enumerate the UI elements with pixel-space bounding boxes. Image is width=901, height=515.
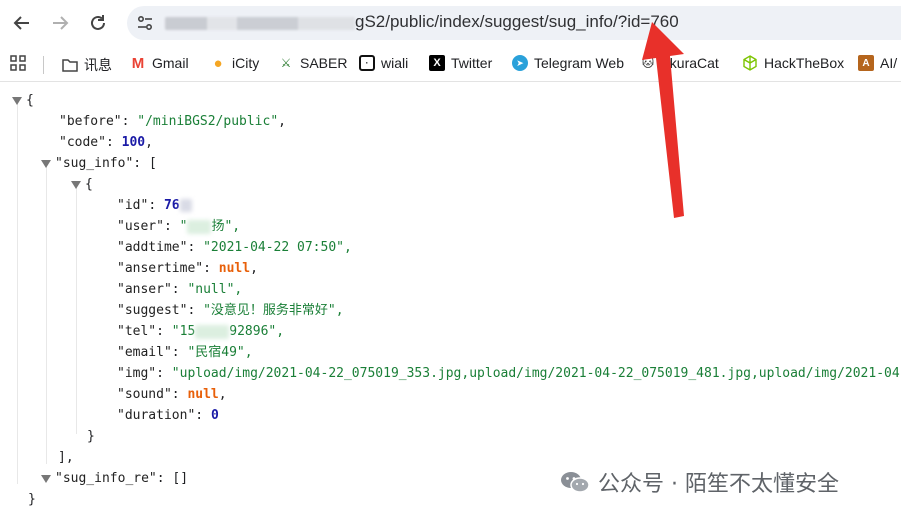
annotation-arrow-icon xyxy=(642,22,684,218)
x-icon: X xyxy=(429,55,445,71)
json-line-array-close: ], xyxy=(58,450,74,465)
bookmark-label: Twitter xyxy=(451,55,493,71)
browser-toolbar: gS2/public/index/suggest/sug_info/?id=76… xyxy=(0,0,901,47)
arrow-right-icon xyxy=(53,16,69,30)
indent-guide xyxy=(76,184,77,434)
json-root-close: } xyxy=(28,492,36,507)
bookmark-label: AI/ xyxy=(880,55,898,71)
bookmark-twitter[interactable]: X Twitter xyxy=(429,55,492,71)
bookmark-saber[interactable]: ⚔ SABER xyxy=(278,55,348,71)
bookmark-wiali[interactable]: · wiali xyxy=(359,55,408,71)
json-field-anser: "anser": "null", xyxy=(117,282,243,297)
telegram-icon: ➤ xyxy=(512,55,528,71)
arrow-left-icon xyxy=(13,16,29,30)
redaction-blur xyxy=(195,324,230,339)
indent-guide xyxy=(17,100,18,484)
wiali-icon: · xyxy=(359,55,375,71)
reload-icon xyxy=(91,15,105,30)
bookmark-label: iCity xyxy=(232,55,260,71)
json-field-tel: "tel": "15 92896", xyxy=(117,324,285,339)
json-root-line: { xyxy=(12,90,34,111)
redaction-blur xyxy=(179,199,192,212)
bookmark-telegram[interactable]: ➤ Telegram Web xyxy=(512,55,624,71)
tune-icon[interactable] xyxy=(137,15,153,31)
wechat-icon xyxy=(561,472,590,493)
json-field-img: "img": "upload/img/2021-04-22_075019_353… xyxy=(117,366,901,381)
url-text[interactable]: gS2/public/index/suggest/sug_info/?id=76… xyxy=(355,12,679,32)
bookmark-label: 讯息 xyxy=(84,57,112,73)
back-button[interactable] xyxy=(8,9,36,37)
indent-guide xyxy=(46,164,47,464)
collapse-toggle-icon[interactable] xyxy=(41,474,51,483)
json-field-addtime: "addtime": "2021-04-22 07:50", xyxy=(117,240,352,255)
json-line-sug-info-re: "sug_info_re": [] xyxy=(41,468,188,489)
collapse-toggle-icon[interactable] xyxy=(71,180,81,189)
bookmark-icity[interactable]: ● iCity xyxy=(210,54,260,72)
json-field-email: "email": "民宿49", xyxy=(117,345,253,360)
bookmark-label: Telegram Web xyxy=(534,55,625,71)
redaction-blur xyxy=(187,219,212,234)
bookmark-label: HackTheBox xyxy=(764,55,845,71)
bookmark-separator xyxy=(43,56,44,74)
bookmark-gmail[interactable]: M Gmail xyxy=(130,54,189,72)
json-line-sug-info: "sug_info": [ xyxy=(41,153,157,174)
bookmark-label: Gmail xyxy=(152,55,189,71)
address-bar[interactable]: gS2/public/index/suggest/sug_info/?id=76… xyxy=(127,6,901,40)
cube-icon xyxy=(743,55,757,71)
bookmark-hackthebox[interactable]: HackTheBox xyxy=(742,55,844,71)
json-field-user: "user": " 扬", xyxy=(117,219,241,234)
json-field-suggest: "suggest": "没意见！服务非常好", xyxy=(117,303,344,318)
gmail-icon: M xyxy=(131,54,145,72)
icity-icon: ● xyxy=(213,54,223,72)
bookmark-label: wiali xyxy=(381,55,409,71)
bookmark-label: SABER xyxy=(300,55,348,71)
apps-grid-icon xyxy=(10,55,26,71)
bookmark-ai[interactable]: A AI/ xyxy=(858,55,897,71)
collapse-toggle-icon[interactable] xyxy=(41,159,51,168)
saber-icon: ⚔ xyxy=(280,56,292,70)
json-line-code: "code": 100, xyxy=(59,135,153,150)
collapse-toggle-icon[interactable] xyxy=(12,96,22,105)
watermark-text: 公众号 · 陌笙不太懂安全 xyxy=(598,472,839,497)
reload-button[interactable] xyxy=(84,9,112,37)
ai-icon: A xyxy=(858,55,874,71)
json-field-sound: "sound": null, xyxy=(117,387,227,402)
watermark: 公众号 · 陌笙不太懂安全 xyxy=(560,466,839,498)
json-field-duration: "duration": 0 xyxy=(117,408,219,423)
apps-button[interactable] xyxy=(10,55,26,71)
json-line-item-close: } xyxy=(87,429,95,444)
bookmark-folder-xunxi[interactable]: 讯息 xyxy=(62,55,112,75)
json-line-before: "before": "/miniBGS2/public", xyxy=(59,114,286,129)
forward-button[interactable] xyxy=(46,9,74,37)
json-line-item-open: { xyxy=(71,174,93,195)
url-redacted xyxy=(165,17,355,30)
folder-icon xyxy=(62,59,78,72)
json-field-ansertime: "ansertime": null, xyxy=(117,261,258,276)
json-viewer: { "before": "/miniBGS2/public", "code": … xyxy=(0,82,901,515)
json-field-id: "id": 76 xyxy=(117,195,192,216)
